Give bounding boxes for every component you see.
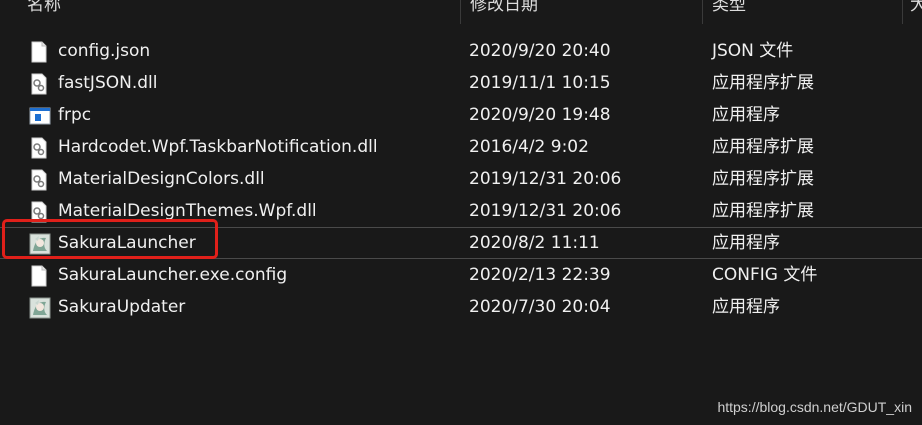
file-name: Hardcodet.Wpf.TaskbarNotification.dll <box>58 137 378 157</box>
file-date: 2016/4/2 9:02 <box>469 137 589 157</box>
file-row[interactable]: fastJSON.dll 2019/11/1 10:15 应用程序扩展 <box>0 67 922 99</box>
column-header-type[interactable]: 类型 <box>712 0 902 22</box>
column-separator[interactable] <box>460 0 461 24</box>
column-header-bar: 名称 修改日期 类型 大 <box>0 0 922 24</box>
file-date: 2020/8/2 11:11 <box>469 233 600 253</box>
file-type: 应用程序扩展 <box>712 73 814 93</box>
file-type: 应用程序扩展 <box>712 169 814 189</box>
file-explorer-list: 名称 修改日期 类型 大 config.json 2020/9/20 20:40… <box>0 0 922 425</box>
file-type: JSON 文件 <box>712 41 794 61</box>
file-date: 2019/11/1 10:15 <box>469 73 611 93</box>
column-separator[interactable] <box>702 0 703 24</box>
exe-window-icon <box>29 105 51 127</box>
dll-gear-icon <box>29 137 49 159</box>
column-separator[interactable] <box>902 0 903 24</box>
file-type: 应用程序扩展 <box>712 137 814 157</box>
file-row[interactable]: frpc 2020/9/20 19:48 应用程序 <box>0 99 922 131</box>
file-type: 应用程序 <box>712 297 780 317</box>
red-highlight-annotation <box>2 219 218 259</box>
file-row[interactable]: SakuraUpdater 2020/7/30 20:04 应用程序 <box>0 291 922 323</box>
file-date: 2020/2/13 22:39 <box>469 265 611 285</box>
column-header-name[interactable]: 名称 <box>27 0 457 22</box>
file-type: 应用程序 <box>712 233 780 253</box>
file-date: 2019/12/31 20:06 <box>469 201 622 221</box>
file-name: SakuraLauncher.exe.config <box>58 265 288 285</box>
file-name: SakuraUpdater <box>58 297 186 317</box>
file-name: config.json <box>58 41 151 61</box>
app-avatar-icon <box>29 297 51 319</box>
file-name: MaterialDesignColors.dll <box>58 169 265 189</box>
file-type: 应用程序 <box>712 105 780 125</box>
file-type: CONFIG 文件 <box>712 265 818 285</box>
file-row[interactable]: SakuraLauncher.exe.config 2020/2/13 22:3… <box>0 259 922 291</box>
file-row[interactable]: config.json 2020/9/20 20:40 JSON 文件 <box>0 35 922 67</box>
document-icon <box>29 41 49 63</box>
file-row[interactable]: MaterialDesignColors.dll 2019/12/31 20:0… <box>0 163 922 195</box>
file-date: 2020/9/20 19:48 <box>469 105 611 125</box>
file-row[interactable]: Hardcodet.Wpf.TaskbarNotification.dll 20… <box>0 131 922 163</box>
file-name: frpc <box>58 105 92 125</box>
file-date: 2020/9/20 20:40 <box>469 41 611 61</box>
dll-gear-icon <box>29 169 49 191</box>
file-date: 2020/7/30 20:04 <box>469 297 611 317</box>
file-date: 2019/12/31 20:06 <box>469 169 622 189</box>
document-icon <box>29 265 49 287</box>
file-type: 应用程序扩展 <box>712 201 814 221</box>
column-header-date[interactable]: 修改日期 <box>470 0 700 22</box>
watermark-text: https://blog.csdn.net/GDUT_xin <box>717 399 912 415</box>
file-name: fastJSON.dll <box>58 73 158 93</box>
column-header-size[interactable]: 大 <box>910 0 922 22</box>
dll-gear-icon <box>29 73 49 95</box>
